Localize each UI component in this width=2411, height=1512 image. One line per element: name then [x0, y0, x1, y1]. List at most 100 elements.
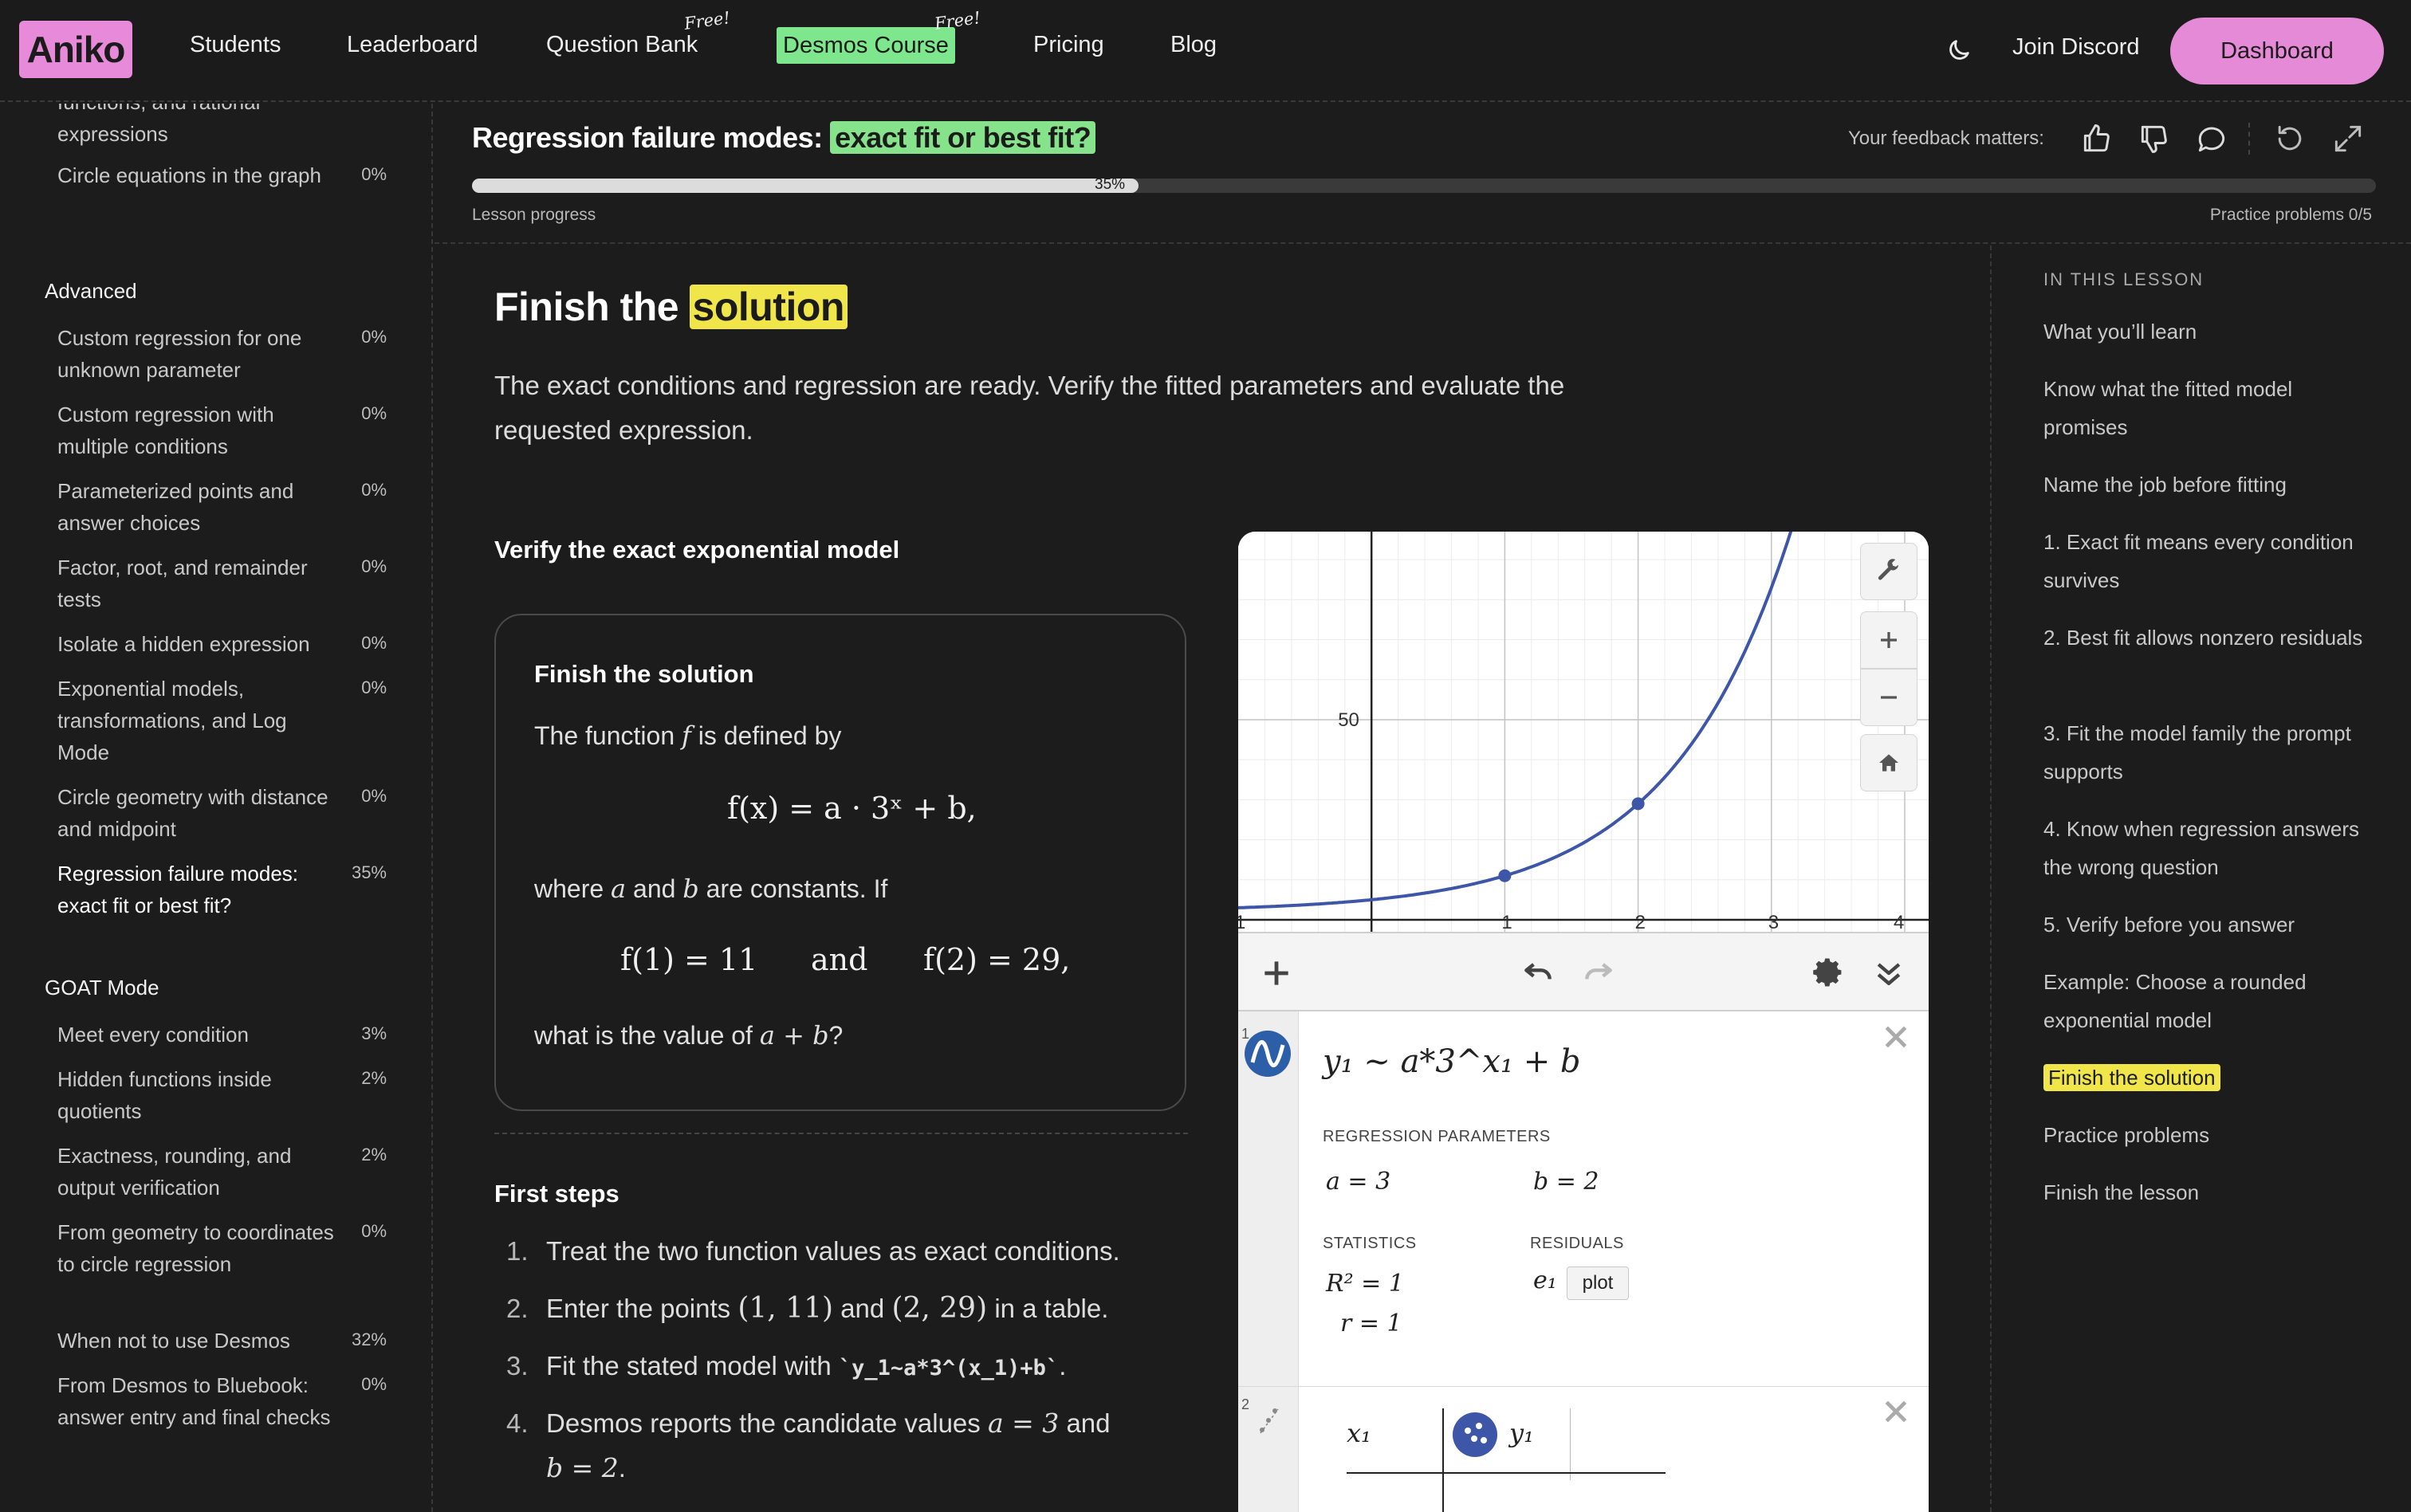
problem-text: and [633, 874, 676, 903]
thumbs-up-icon[interactable] [2079, 121, 2114, 156]
table-column-y1-header[interactable]: y₁ [1509, 1418, 1534, 1448]
home-icon [1879, 754, 1898, 772]
sidebar-item-pct: 0% [361, 677, 387, 697]
points-style-icon[interactable] [1452, 1412, 1498, 1458]
graph-settings-wrench-button[interactable] [1860, 543, 1917, 600]
lesson-header: Regression failure modes: exact fit or b… [435, 104, 2411, 244]
toc-item[interactable]: 4. Know when regression answers the wron… [2043, 810, 2378, 886]
sidebar-item[interactable]: When not to use Desmos [57, 1325, 336, 1357]
problem-text: where [534, 874, 604, 903]
step-item: 4. Desmos reports the candidate values a … [506, 1401, 1160, 1490]
sidebar-item[interactable]: Exactness, rounding, and output verifica… [57, 1140, 336, 1204]
dashboard-button[interactable]: Dashboard [2170, 18, 2384, 84]
step-text: . [618, 1453, 626, 1483]
fullscreen-icon[interactable] [2330, 121, 2366, 156]
section-intro: The exact conditions and regression are … [494, 371, 1565, 445]
expression-1-gutter[interactable]: 1 [1238, 1011, 1299, 1386]
sidebar-item[interactable]: Custom regression for one unknown parame… [57, 322, 336, 386]
desmos-graph-svg[interactable]: 1 1 2 3 4 50 [1238, 532, 1929, 932]
sidebar-item[interactable]: Parameterized points and answer choices [57, 475, 336, 539]
collapse-chevrons-icon[interactable] [1871, 956, 1906, 991]
wrench-icon [1878, 559, 1898, 580]
desmos-course-free-badge: Free! [933, 8, 982, 33]
aniko-logo[interactable]: Aniko [19, 21, 132, 78]
join-discord-link[interactable]: Join Discord [2012, 34, 2140, 61]
sidebar-item-circle-equations[interactable]: Circle equations in the graph [57, 159, 336, 191]
thumbs-down-icon[interactable] [2137, 121, 2172, 156]
sidebar-item-pct: 3% [361, 1023, 387, 1043]
reset-icon[interactable] [2272, 121, 2307, 156]
toc-item[interactable]: Name the job before fitting [2043, 465, 2378, 504]
expression-separator [1238, 1386, 1929, 1387]
problem-line-2: where a and b are constants. If [534, 874, 887, 904]
add-expression-plus-icon[interactable] [1259, 956, 1294, 991]
sidebar-item-pct: 0% [361, 403, 387, 423]
nav-students[interactable]: Students [190, 32, 281, 58]
top-nav: Aniko Students Leaderboard Question Bank… [0, 0, 2411, 102]
nav-leaderboard[interactable]: Leaderboard [347, 32, 478, 58]
toc-heading: IN THIS LESSON [2043, 269, 2205, 289]
sidebar-item[interactable]: Custom regression with multiple conditio… [57, 399, 336, 462]
problem-line-1: The function f is defined by [534, 721, 841, 751]
toc-item[interactable]: Example: Choose a rounded exponential mo… [2043, 963, 2378, 1039]
toc-item-current[interactable]: Finish the solution [2043, 1058, 2378, 1097]
settings-gear-icon[interactable] [1811, 956, 1846, 991]
x-tick-label: 2 [1635, 912, 1646, 932]
lesson-progress-bar [472, 179, 2376, 193]
table-column-x1-header[interactable]: x₁ [1347, 1418, 1371, 1448]
desmos-graph-area[interactable]: 1 1 2 3 4 50 [1238, 532, 1929, 932]
toc-item[interactable]: Finish the lesson [2043, 1173, 2378, 1212]
regression-expression[interactable]: y₁ ~ a*3^x₁ + b [1323, 1043, 1581, 1080]
lesson-progress-percent: 35% [1095, 176, 1126, 193]
nav-question-bank[interactable]: Question Bank [546, 32, 698, 58]
dark-mode-moon-icon[interactable] [1945, 37, 1972, 64]
sidebar-item[interactable]: Isolate a hidden expression [57, 628, 336, 660]
table-column-divider [1570, 1408, 1571, 1480]
residuals-label: RESIDUALS [1530, 1235, 1624, 1252]
content-divider [494, 1133, 1188, 1134]
toc-item[interactable]: 1. Exact fit means every condition survi… [2043, 523, 2378, 599]
first-steps-title: First steps [494, 1180, 619, 1208]
zoom-in-button[interactable] [1860, 611, 1917, 669]
toc-item[interactable]: 2. Best fit allows nonzero residuals [2043, 619, 2378, 657]
nav-blog[interactable]: Blog [1170, 32, 1217, 58]
toc-item[interactable]: What you’ll learn [2043, 312, 2378, 351]
undo-icon[interactable] [1520, 956, 1556, 991]
sidebar-item-partial[interactable]: functions, and rational expressions [57, 104, 336, 150]
step-number: 2. [506, 1294, 529, 1323]
section-heading: Finish the solution [494, 284, 848, 330]
function-equation: f(x) = a · 3ˣ + b, [727, 791, 977, 826]
step-code: `y_1~a*3^(x_1)+b` [838, 1356, 1060, 1380]
sidebar-item[interactable]: Factor, root, and remainder tests [57, 552, 336, 615]
comment-icon[interactable] [2194, 121, 2229, 156]
toc-item[interactable]: 5. Verify before you answer [2043, 905, 2378, 944]
toc-item[interactable]: Know what the fitted model promises [2043, 370, 2378, 446]
delete-expression-1-close-icon[interactable] [1880, 1021, 1912, 1053]
nav-pricing[interactable]: Pricing [1033, 32, 1104, 58]
course-sidebar: functions, and rational expressions Circ… [0, 104, 433, 1512]
x-tick-label: 1 [1501, 912, 1512, 932]
sidebar-item[interactable]: From geometry to coordinates to circle r… [57, 1216, 336, 1280]
sidebar-item[interactable]: Exponential models, transformations, and… [57, 673, 336, 768]
redo-icon[interactable] [1581, 956, 1616, 991]
toc-item[interactable]: 3. Fit the model family the prompt suppo… [2043, 714, 2378, 791]
sidebar-item[interactable]: Circle geometry with distance and midpoi… [57, 781, 336, 845]
expression-2-gutter[interactable]: 2 [1238, 1387, 1299, 1512]
nav-desmos-course[interactable]: Desmos Course [777, 27, 955, 64]
sidebar-item[interactable]: Meet every condition [57, 1019, 336, 1051]
param-a-value: a = 3 [1326, 1168, 1391, 1196]
table-scatter-icon[interactable] [1256, 1404, 1281, 1436]
delete-expression-2-close-icon[interactable] [1880, 1396, 1912, 1428]
condition-2: f(2) = 29, [923, 942, 1071, 977]
plot-residuals-button[interactable]: plot [1567, 1267, 1629, 1300]
home-view-button[interactable] [1860, 734, 1917, 791]
desmos-calculator[interactable]: 1 1 2 3 4 50 1 y₁ ~ a*3^x₁ + b REGRESSIO… [1238, 532, 1929, 1512]
sidebar-item[interactable]: From Desmos to Bluebook: answer entry an… [57, 1369, 336, 1433]
sidebar-item-pct: 2% [361, 1145, 387, 1164]
sidebar-item[interactable]: Hidden functions inside quotients [57, 1063, 336, 1127]
zoom-out-button[interactable] [1860, 669, 1917, 726]
sidebar-item-pct: 0% [361, 633, 387, 653]
sidebar-item-current[interactable]: Regression failure modes: exact fit or b… [57, 858, 336, 921]
regression-logo-icon[interactable] [1243, 1029, 1292, 1078]
toc-item[interactable]: Practice problems [2043, 1116, 2378, 1154]
